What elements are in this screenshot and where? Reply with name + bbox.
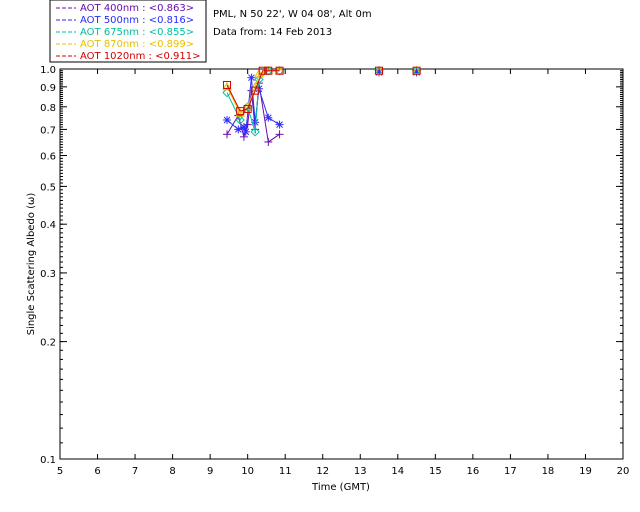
x-tick-label: 15 xyxy=(429,466,442,477)
x-tick-label: 14 xyxy=(391,466,404,477)
chart-svg: AOT 400nm : <0.863>AOT 500nm : <0.816>AO… xyxy=(26,0,629,493)
y-tick-label: 0.3 xyxy=(40,269,56,280)
data-point xyxy=(223,115,232,124)
chart-title-line-1: PML, N 50 22', W 04 08', Alt 0m xyxy=(213,9,372,20)
plot-frame xyxy=(59,68,624,460)
legend-label: AOT 500nm : <0.816> xyxy=(80,15,194,26)
data-point xyxy=(264,137,273,146)
x-tick-label: 13 xyxy=(354,466,367,477)
data-point xyxy=(275,130,284,139)
y-tick-label: 0.5 xyxy=(40,182,56,193)
legend-label: AOT 400nm : <0.863> xyxy=(80,3,194,14)
x-tick-label: 17 xyxy=(504,466,517,477)
y-tick-label: 0.2 xyxy=(40,338,56,349)
x-tick-label: 12 xyxy=(316,466,329,477)
x-tick-label: 9 xyxy=(207,466,213,477)
y-tick-label: 0.7 xyxy=(40,125,56,136)
data-point xyxy=(241,127,250,136)
x-tick-label: 19 xyxy=(579,466,592,477)
x-tick-label: 8 xyxy=(169,466,175,477)
x-axis-label: Time (GMT) xyxy=(311,482,370,493)
x-tick-label: 11 xyxy=(279,466,292,477)
y-tick-label: 0.8 xyxy=(40,103,56,114)
data-point xyxy=(223,130,232,139)
legend-label: AOT 1020nm : <0.911> xyxy=(80,51,200,62)
x-tick-label: 6 xyxy=(94,466,100,477)
data-point xyxy=(275,120,284,129)
data-point xyxy=(264,113,273,122)
y-axis-label: Single Scattering Albedo (ω) xyxy=(26,193,37,336)
legend: AOT 400nm : <0.863>AOT 500nm : <0.816>AO… xyxy=(49,0,207,63)
y-tick-label: 0.4 xyxy=(40,220,56,231)
y-tick-label: 0.9 xyxy=(40,83,56,94)
y-tick-label: 0.1 xyxy=(40,455,56,466)
y-tick-label: 0.6 xyxy=(40,152,56,163)
legend-label: AOT 870nm : <0.899> xyxy=(80,39,194,50)
x-tick-label: 18 xyxy=(542,466,555,477)
x-tick-label: 16 xyxy=(466,466,479,477)
data-point xyxy=(247,73,256,82)
series-layer xyxy=(222,65,422,146)
y-tick-label: 1.0 xyxy=(40,65,56,76)
axis-ticks: 5 6 7 8 9 10 11 12 13 14 15 16 17 18 19 20 1.0 0.9 0.8 0.7 0… xyxy=(40,65,629,477)
legend-label: AOT 675nm : <0.855> xyxy=(80,27,194,38)
chart-title-line-2: Data from: 14 Feb 2013 xyxy=(213,27,332,38)
x-tick-label: 5 xyxy=(57,466,63,477)
x-tick-label: 7 xyxy=(132,466,138,477)
x-tick-label: 20 xyxy=(617,466,630,477)
x-tick-label: 10 xyxy=(241,466,254,477)
